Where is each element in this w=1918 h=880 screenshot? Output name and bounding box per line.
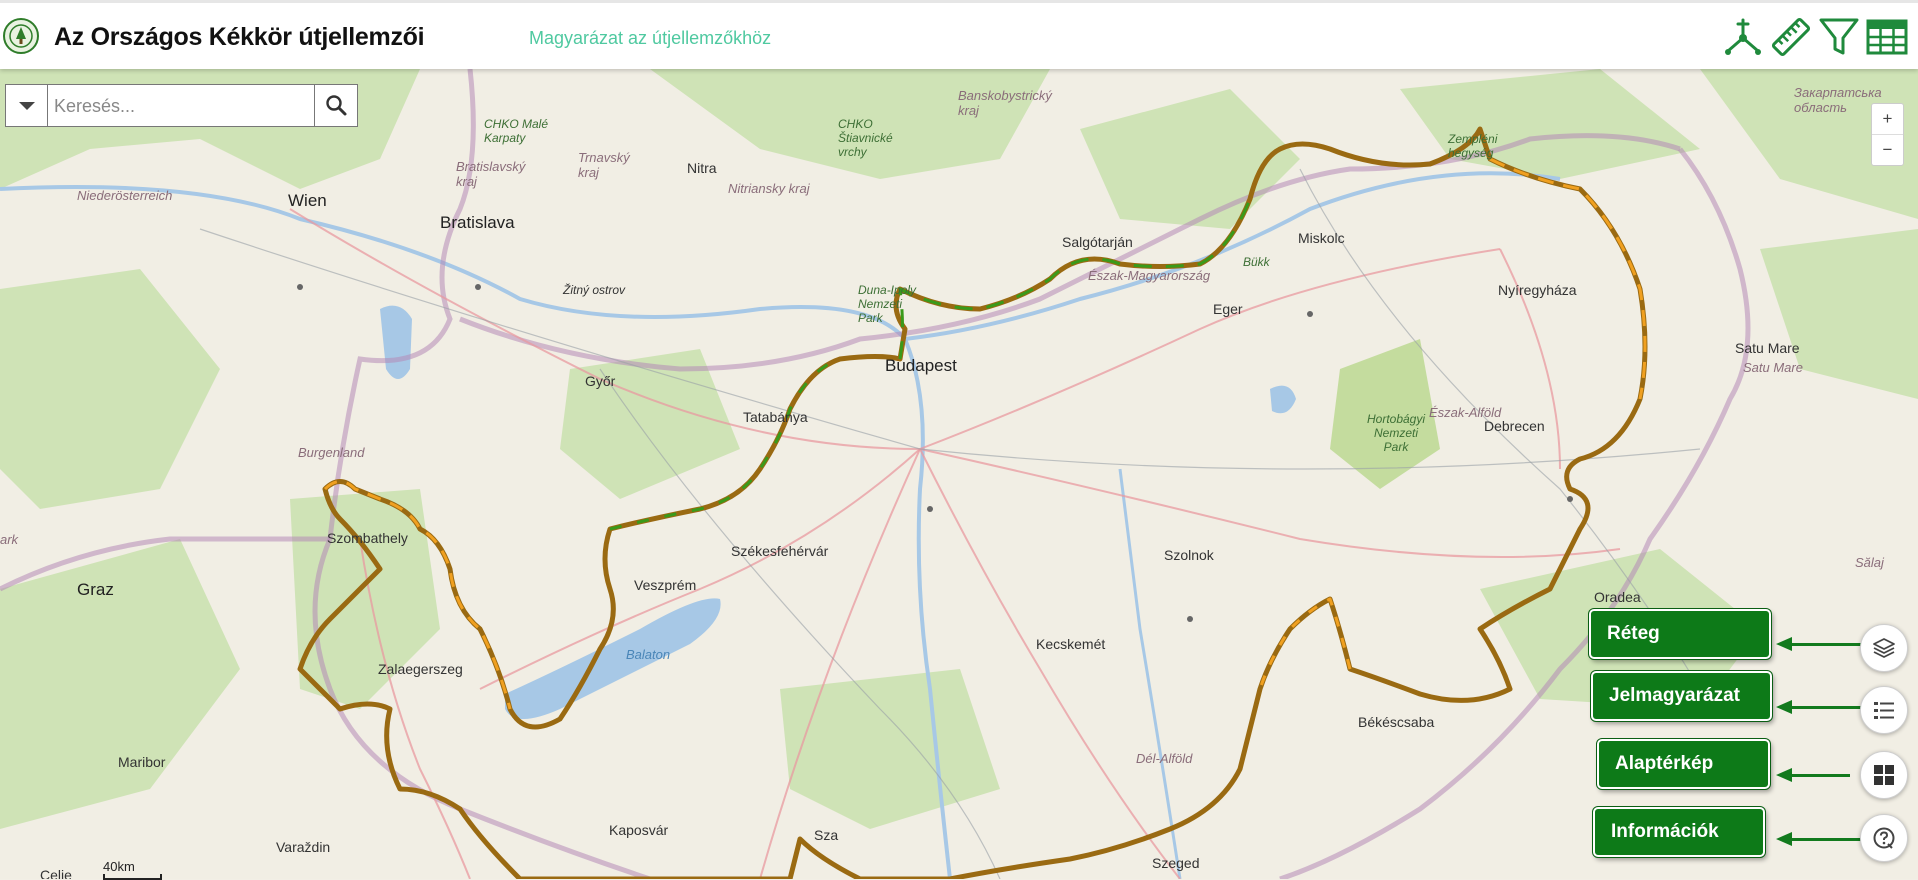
place-label: Bükk: [1243, 255, 1270, 269]
place-label: Salgótarján: [1062, 234, 1133, 250]
logo-icon: [3, 18, 39, 54]
zoom-in-button[interactable]: +: [1872, 104, 1903, 134]
place-label: Duna-Ipoly Nemzeti Park: [858, 283, 917, 325]
place-label: Kecskemét: [1036, 636, 1106, 652]
place-label: Debrecen: [1484, 418, 1545, 434]
search-input[interactable]: [52, 89, 316, 124]
place-label: Celje: [40, 867, 72, 879]
scale-label: 40km: [103, 859, 135, 874]
legend-callout[interactable]: Jelmagyarázat: [1591, 671, 1772, 721]
place-label: Bratislava: [440, 213, 515, 232]
place-label: Dél-Alföld: [1136, 751, 1193, 766]
place-label: Tatabánya: [743, 409, 808, 425]
place-label: Trnavský kraj: [578, 150, 630, 180]
place-label: Bratislavský kraj: [456, 159, 526, 189]
place-label: Békéscsaba: [1358, 714, 1435, 730]
layer-callout[interactable]: Réteg: [1589, 609, 1771, 659]
legend-list-icon: [1874, 702, 1894, 719]
network-icon[interactable]: [1722, 16, 1764, 58]
place-label: Satu Mare: [1743, 360, 1803, 375]
layers-button[interactable]: [1860, 624, 1908, 672]
place-label: Zalaegerszeg: [378, 661, 463, 677]
place-label: Oradea: [1594, 589, 1641, 605]
place-label: Burgenland: [298, 445, 365, 460]
basemap-grid-icon: [1874, 765, 1894, 785]
place-label: Balaton: [626, 647, 671, 662]
callout-arrow: [1776, 832, 1862, 846]
place-label: Nitriansky kraj: [728, 181, 810, 196]
basemap-button[interactable]: [1860, 751, 1908, 799]
place-label: Banskobystrický kraj: [958, 88, 1052, 118]
place-label: Szeged: [1152, 855, 1200, 871]
callout-arrow: [1776, 637, 1862, 651]
place-label: Eger: [1213, 301, 1243, 317]
place-label: Kaposvár: [609, 822, 669, 838]
search-dropdown-toggle[interactable]: [6, 85, 48, 126]
place-label: Satu Mare: [1735, 340, 1800, 356]
place-label: ark: [0, 532, 19, 547]
zoom-out-button[interactable]: −: [1872, 134, 1903, 165]
table-icon[interactable]: [1866, 16, 1908, 58]
filter-icon[interactable]: [1818, 16, 1860, 58]
place-label: Budapest: [885, 356, 957, 375]
callout-arrow: [1776, 768, 1850, 782]
search-icon: [326, 95, 347, 116]
place-label: Miskolc: [1298, 230, 1345, 246]
place-label: CHKO Malé Karpaty: [484, 117, 549, 145]
place-label: CHKO Štiavnické vrchy: [838, 117, 893, 159]
app-title: Az Országos Kékkör útjellemzői: [54, 23, 425, 51]
place-label: Sza: [814, 827, 839, 843]
trait-legend-link[interactable]: Magyarázat az útjellemzőkhöz: [529, 28, 771, 49]
zoom-control: + −: [1871, 103, 1904, 166]
place-label: Szolnok: [1164, 547, 1214, 563]
info-button[interactable]: [1860, 814, 1908, 862]
place-label: Szombathely: [327, 530, 408, 546]
place-label: Győr: [585, 373, 616, 389]
place-label: Veszprém: [634, 577, 697, 593]
place-label: Nyíregyháza: [1498, 282, 1577, 298]
info-callout[interactable]: Információk: [1593, 807, 1765, 857]
place-label: Észak-Alföld: [1429, 405, 1502, 420]
place-label: Sălaj: [1855, 555, 1884, 570]
basemap-callout[interactable]: Alaptérkép: [1597, 739, 1770, 789]
place-label: Graz: [77, 580, 114, 599]
place-label: Észak-Magyarország: [1088, 268, 1211, 283]
place-label: Hortobágyi Nemzeti Park: [1366, 412, 1426, 454]
place-label: Varaždin: [276, 839, 331, 855]
ruler-icon[interactable]: [1770, 16, 1812, 58]
place-label: Zempléni hegység: [1448, 132, 1498, 160]
place-label: Székesfehérvár: [731, 543, 829, 559]
place-label: Nitra: [687, 160, 717, 176]
place-label: Niederösterreich: [77, 188, 173, 203]
app-header: Az Országos Kékkör útjellemzői Magyaráza…: [0, 0, 1918, 69]
search-bar: [5, 84, 358, 127]
place-label: Maribor: [118, 754, 166, 770]
help-icon: [1873, 827, 1895, 849]
callout-arrow: [1776, 700, 1862, 714]
place-label: Wien: [288, 191, 327, 210]
search-button[interactable]: [314, 85, 357, 126]
legend-button[interactable]: [1860, 686, 1908, 734]
place-label: Žitný ostrov: [563, 283, 626, 297]
scale-bar: [103, 874, 162, 880]
layers-icon: [1873, 638, 1895, 658]
